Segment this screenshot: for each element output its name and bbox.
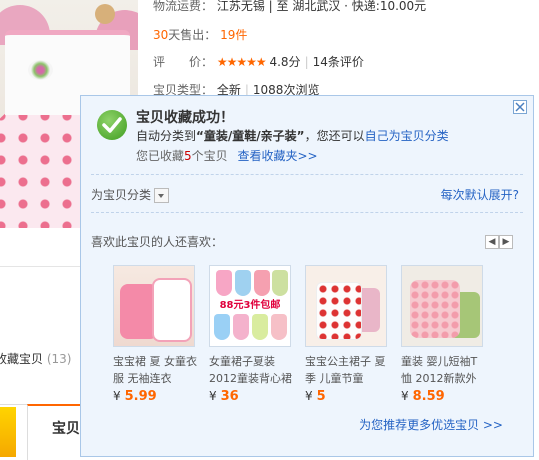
collected-items-label: 收藏宝贝 <box>0 352 44 366</box>
currency-symbol: ¥ <box>113 389 121 403</box>
price-amount: 5 <box>316 389 326 404</box>
self-classify-link[interactable]: 自己为宝贝分类 <box>365 129 449 143</box>
collected-suffix: 个宝贝 <box>191 149 228 163</box>
shipping-value: 江苏无锡 | 至 湖北武汉 · 快递:10.00元 <box>216 0 427 13</box>
more-recommendations-link[interactable]: 为您推荐更多优选宝贝 >> <box>359 416 503 433</box>
popup-title: 宝贝收藏成功！ <box>136 110 234 126</box>
prev-arrow-icon[interactable]: ◀ <box>485 235 499 249</box>
chevron-down-icon[interactable] <box>154 188 170 203</box>
sold-days: 30 <box>153 28 169 42</box>
collected-prefix: 您已收藏 <box>136 149 185 163</box>
classify-toggle[interactable]: 为宝贝分类 <box>91 186 170 203</box>
auto-suffix: ，您还可以 <box>304 129 365 143</box>
product-thumbnail[interactable] <box>305 265 387 347</box>
default-expand-link[interactable]: 每次默认展开? <box>441 186 519 203</box>
divider <box>91 212 523 213</box>
item-price: ¥8.59 <box>401 389 487 404</box>
item-title[interactable]: 宝宝公主裙子 夏季 儿童节童 <box>305 353 391 387</box>
auto-category-text: 自动分类到“童装/童鞋/亲子装”，您还可以自己为宝贝分类 <box>136 127 449 144</box>
currency-symbol: ¥ <box>209 389 217 403</box>
collected-items-link[interactable]: 收藏宝贝 (13) <box>0 350 71 367</box>
currency-symbol: ¥ <box>401 389 409 403</box>
product-thumbnail[interactable] <box>401 265 483 347</box>
price-amount: 36 <box>220 389 239 404</box>
product-thumbnail[interactable] <box>113 265 195 347</box>
favorite-success-popup: 宝贝收藏成功！ 自动分类到“童装/童鞋/亲子装”，您还可以自己为宝贝分类 您已收… <box>80 95 534 457</box>
shipping-row: 物流运费： 江苏无锡 | 至 湖北武汉 · 快递:10.00元 <box>153 0 426 14</box>
shipping-label: 物流运费： <box>153 0 214 13</box>
price-amount: 5.99 <box>124 389 157 404</box>
sold-row: 30天售出： 19件 <box>153 26 247 43</box>
currency-symbol: ¥ <box>305 389 313 403</box>
collected-summary: 您已收藏5个宝贝 查看收藏夹>> <box>136 147 318 164</box>
divider <box>0 266 90 267</box>
auto-prefix: 自动分类到 <box>136 129 197 143</box>
close-icon[interactable] <box>513 100 527 114</box>
recommend-item[interactable]: 宝宝公主裙子 夏季 儿童节童 ¥5 <box>305 265 391 404</box>
item-title[interactable]: 童装 婴儿短袖T恤 2012新款外 <box>401 353 487 387</box>
item-price: ¥5.99 <box>113 389 199 404</box>
recommend-item[interactable]: 88元3件包邮 女童裙子夏装 2012童装背心裙 ¥36 <box>209 265 295 404</box>
sold-label: 天售出： <box>168 28 217 42</box>
also-like-heading: 喜欢此宝贝的人还喜欢： <box>91 235 224 249</box>
view-favorites-link[interactable]: 查看收藏夹>> <box>238 149 318 163</box>
classify-label: 为宝贝分类 <box>91 188 152 202</box>
promo-banner: 88元3件包邮 <box>219 300 281 311</box>
rating-row: 评 价： ★★★★★ 4.8分 | 14条评价 <box>153 55 364 69</box>
item-title[interactable]: 宝宝裙 夏 女童衣服 无袖连衣 <box>113 353 199 387</box>
rating-score: 4.8分 <box>269 55 301 69</box>
item-title[interactable]: 女童裙子夏装 2012童装背心裙 <box>209 353 295 387</box>
next-arrow-icon[interactable]: ▶ <box>499 235 513 249</box>
recommend-item[interactable]: 童装 婴儿短袖T恤 2012新款外 ¥8.59 <box>401 265 487 404</box>
divider <box>91 174 523 175</box>
rating-stars-icon: ★★★★★ <box>216 55 267 69</box>
product-thumbnail[interactable]: 88元3件包邮 <box>209 265 291 347</box>
sold-count: 19件 <box>220 28 248 42</box>
price-amount: 8.59 <box>412 389 445 404</box>
lightbulb-icon <box>0 407 16 457</box>
carousel-arrows: ◀ ▶ <box>485 233 513 249</box>
review-count-link[interactable]: 14条评价 <box>313 55 364 69</box>
tab-baobei[interactable]: 宝贝 <box>27 404 88 460</box>
recommend-item[interactable]: 宝宝裙 夏 女童衣服 无袖连衣 ¥5.99 <box>113 265 199 404</box>
success-check-icon <box>97 110 127 140</box>
collected-items-count: (13) <box>46 352 72 366</box>
rating-label: 评 价： <box>153 55 214 69</box>
item-price: ¥5 <box>305 389 391 404</box>
item-price: ¥36 <box>209 389 295 404</box>
auto-category: “童装/童鞋/亲子装” <box>196 129 305 143</box>
collected-count: 5 <box>184 149 192 163</box>
tab-label: 宝贝 <box>52 421 80 437</box>
